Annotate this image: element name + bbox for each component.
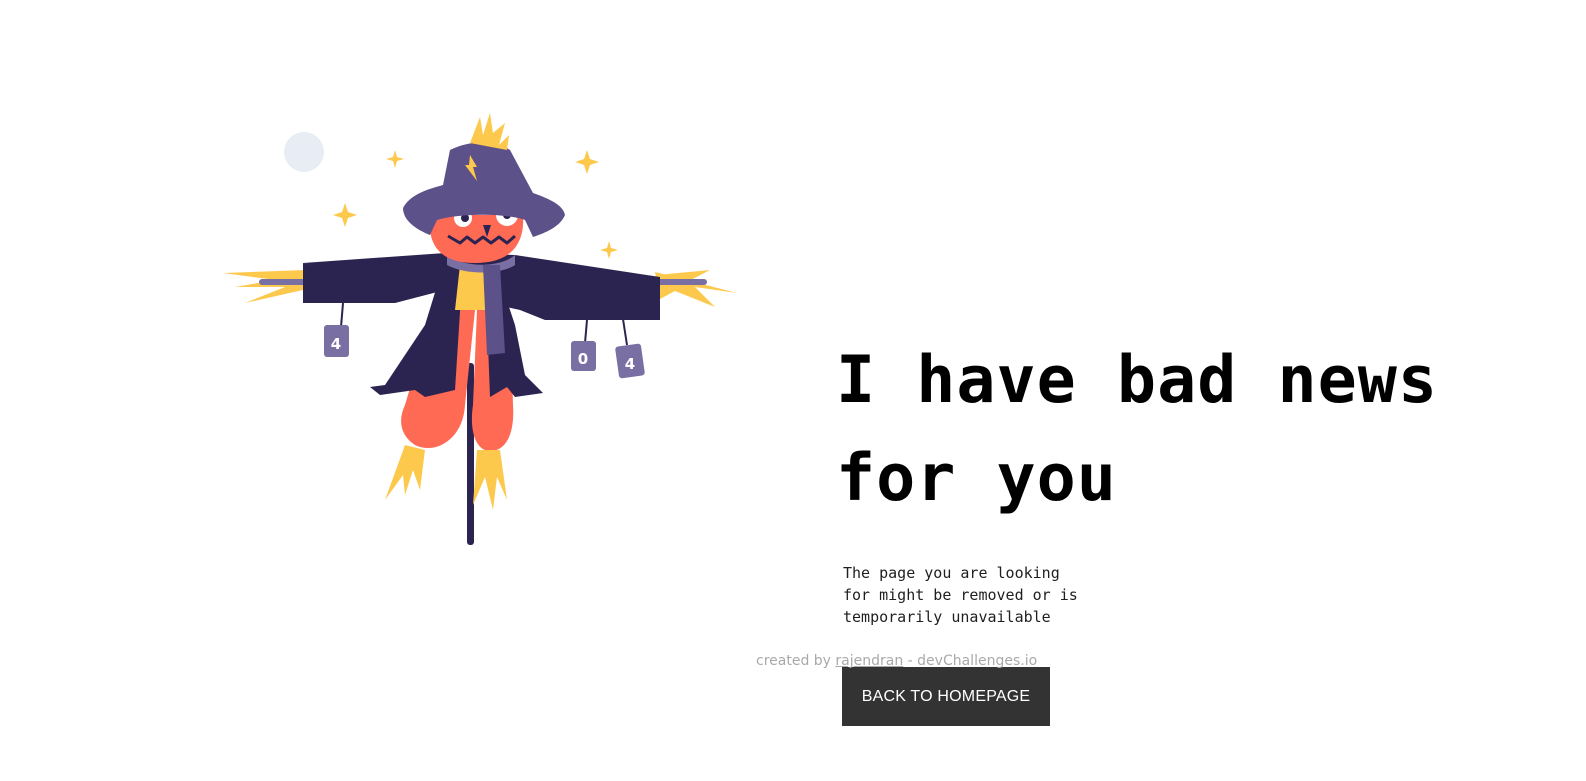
author-link[interactable]: rajendran	[835, 653, 903, 669]
page-headline: I have bad news for you	[836, 332, 1556, 528]
credit-prefix: created by	[756, 653, 836, 669]
headline-line-2: for you	[836, 441, 1117, 516]
description-line-3: temporarily unavailable	[843, 608, 1051, 626]
description-line-2: for might be removed or is	[843, 586, 1078, 604]
can-label-2: 0	[578, 350, 588, 368]
back-to-homepage-button[interactable]: BACK TO HOMEPAGE	[842, 667, 1050, 726]
footer-credit: created by rajendran - devChallenges.io	[756, 653, 1037, 669]
can-label-3: 4	[625, 355, 635, 373]
can-label-1: 4	[331, 335, 341, 353]
scarecrow-illustration: 4 0 4	[215, 105, 755, 555]
headline-line-1: I have bad news	[836, 343, 1438, 418]
moon-icon	[284, 132, 324, 172]
error-404-page: 4 0 4 I have bad news for you The page y…	[0, 0, 1586, 781]
description-line-1: The page you are looking	[843, 564, 1060, 582]
credit-suffix: - devChallenges.io	[903, 653, 1038, 669]
error-description: The page you are looking for might be re…	[843, 562, 1113, 628]
